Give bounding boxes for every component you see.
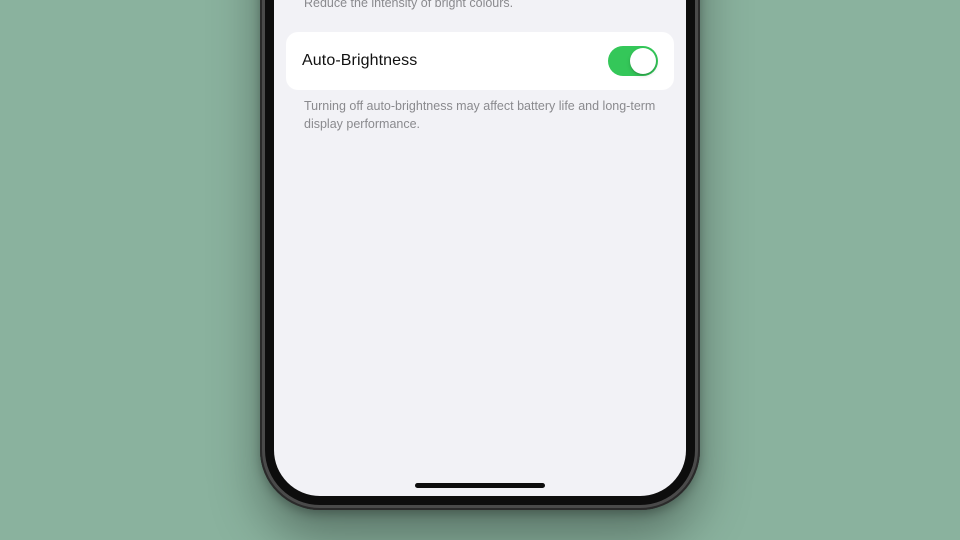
auto-brightness-title: Auto-Brightness (302, 52, 417, 70)
reduce-white-point-footer: Reduce the intensity of bright colours. (286, 0, 674, 32)
home-indicator[interactable] (415, 483, 545, 488)
auto-brightness-group: Auto-Brightness Turning off auto-brightn… (286, 32, 674, 153)
phone-screen: Classic Invert Classic Invert reverses t… (274, 0, 686, 496)
stage: Classic Invert Classic Invert reverses t… (0, 0, 960, 540)
settings-list: Classic Invert Classic Invert reverses t… (274, 0, 686, 183)
auto-brightness-footer: Turning off auto-brightness may affect b… (286, 90, 674, 153)
switch-knob (630, 48, 656, 74)
auto-brightness-switch[interactable] (608, 46, 658, 76)
phone-frame: Classic Invert Classic Invert reverses t… (260, 0, 700, 510)
reduce-white-point-group: Reduce White Point Reduce the intensity … (286, 0, 674, 32)
auto-brightness-row[interactable]: Auto-Brightness (286, 32, 674, 90)
